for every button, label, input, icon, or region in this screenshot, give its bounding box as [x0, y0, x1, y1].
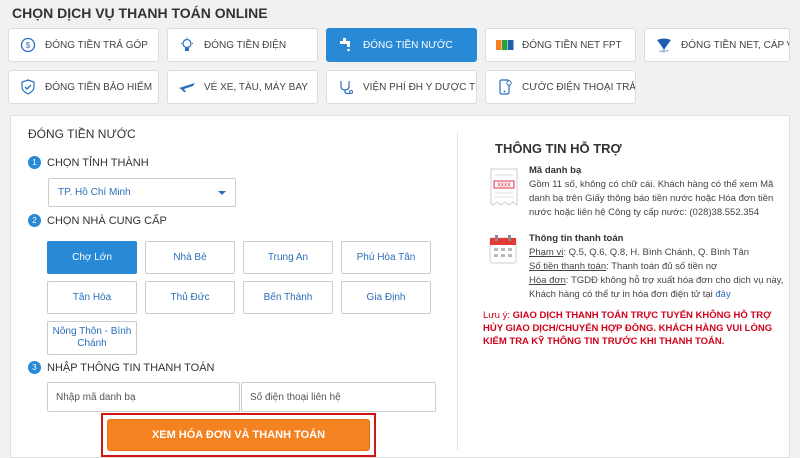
province-select[interactable]: TP. Hồ Chí Minh: [48, 178, 236, 207]
svg-text:$: $: [26, 41, 31, 50]
service-insurance[interactable]: ĐÓNG TIỀN BẢO HIỂM: [8, 70, 159, 104]
step-province: 1 CHỌN TỈNH THÀNH: [28, 156, 149, 169]
phone-icon: [496, 78, 514, 96]
step-provider: 2 CHỌN NHÀ CUNG CẤP: [28, 214, 167, 227]
provider-thu-duc[interactable]: Thủ Đức: [145, 281, 235, 314]
amount-line: Số tiền thanh toán: Thanh toán đủ số tiề…: [529, 260, 784, 274]
warning-note: Lưu ý: GIAO DỊCH THANH TOÁN TRỰC TUYẾN K…: [483, 309, 783, 348]
step-number: 2: [28, 214, 41, 227]
service-label: VÉ XE, TÀU, MÁY BAY: [204, 81, 308, 93]
divider: [457, 132, 458, 450]
step-payment-info: 3 NHẬP THÔNG TIN THANH TOÁN: [28, 361, 214, 374]
provider-gia-dinh[interactable]: Gia Định: [341, 281, 431, 314]
invoice-label: Hóa đơn: [529, 275, 566, 286]
service-net-fpt[interactable]: ĐÓNG TIỀN NET FPT: [485, 28, 636, 62]
provider-nong-thon-binh-chanh[interactable]: Nông Thôn - Bình Chánh: [47, 321, 137, 355]
payment-info: Thông tin thanh toán Phạm vi: Q.5, Q.6, …: [529, 232, 784, 302]
account-code-title: Mã danh bạ: [529, 165, 582, 176]
phone-input[interactable]: [241, 382, 436, 412]
invoice-link[interactable]: đây: [715, 289, 730, 300]
scope-text: : Q.5, Q.6, Q.8, H. Bình Chánh, Q. Bình …: [563, 247, 750, 258]
service-tickets[interactable]: VÉ XE, TÀU, MÁY BAY: [167, 70, 318, 104]
provider-trung-an[interactable]: Trung An: [243, 241, 333, 274]
service-hospital-fee[interactable]: VIỆN PHÍ ĐH Y DƯỢC TPHCM: [326, 70, 477, 104]
service-electricity[interactable]: ĐÓNG TIỀN ĐIỆN: [167, 28, 318, 62]
warning-label: Lưu ý:: [483, 310, 510, 321]
service-installment[interactable]: $ ĐÓNG TIỀN TRẢ GÓP: [8, 28, 159, 62]
provider-cho-lon[interactable]: Chợ Lớn: [47, 241, 137, 274]
bill-icon-text: XXXX: [497, 183, 511, 189]
lightbulb-icon: [178, 36, 196, 54]
step-number: 3: [28, 361, 41, 374]
step-label: CHỌN TỈNH THÀNH: [47, 156, 149, 169]
shield-check-icon: [19, 78, 37, 96]
provider-phu-hoa-tan[interactable]: Phú Hòa Tân: [341, 241, 431, 274]
service-label: ĐÓNG TIỀN ĐIỆN: [204, 39, 287, 51]
calendar-icon: [489, 234, 517, 269]
service-postpaid-phone[interactable]: CƯỚC ĐIỆN THOẠI TRẢ SAU: [485, 70, 636, 104]
service-label: VIỆN PHÍ ĐH Y DƯỢC TPHCM: [363, 81, 476, 93]
fpt-logo-icon: [496, 36, 514, 54]
service-label: ĐÓNG TIỀN TRẢ GÓP: [45, 39, 148, 51]
support-title: THÔNG TIN HỖ TRỢ: [495, 141, 622, 156]
step-label: CHỌN NHÀ CUNG CẤP: [47, 214, 167, 227]
coin-icon: $: [19, 36, 37, 54]
service-label: CƯỚC ĐIỆN THOẠI TRẢ SAU: [522, 81, 636, 93]
amount-text: : Thanh toán đủ số tiền nợ: [606, 261, 718, 272]
submit-highlight: XEM HÓA ĐƠN VÀ THANH TOÁN: [101, 413, 376, 457]
service-net-vnpt[interactable]: VNPT ĐÓNG TIỀN NET, CÁP VNPT: [644, 28, 790, 62]
view-invoice-pay-button[interactable]: XEM HÓA ĐƠN VÀ THANH TOÁN: [107, 419, 370, 451]
service-label: ĐÓNG TIỀN NET, CÁP VNPT: [681, 39, 789, 51]
account-code-info: Mã danh bạ Gồm 11 số, không có chữ cái. …: [529, 164, 784, 220]
amount-label: Số tiền thanh toán: [529, 261, 607, 272]
bill-icon: XXXX: [489, 168, 519, 211]
faucet-icon: [337, 36, 355, 54]
svg-text:VNPT: VNPT: [659, 50, 669, 54]
payment-panel: ĐÓNG TIỀN NƯỚC 1 CHỌN TỈNH THÀNH TP. Hồ …: [10, 115, 790, 458]
scope-line: Phạm vi: Q.5, Q.6, Q.8, H. Bình Chánh, Q…: [529, 246, 784, 260]
warning-text: GIAO DỊCH THANH TOÁN TRỰC TUYẾN KHÔNG HỖ…: [483, 310, 773, 347]
airplane-icon: [178, 78, 196, 96]
provider-nha-be[interactable]: Nhà Bè: [145, 241, 235, 274]
account-code-input[interactable]: [47, 382, 240, 412]
scope-label: Phạm vi: [529, 247, 564, 258]
invoice-text: : TGDĐ không hỗ trợ xuất hóa đơn cho dịc…: [529, 275, 784, 300]
provider-tan-hoa[interactable]: Tân Hòa: [47, 281, 137, 314]
step-number: 1: [28, 156, 41, 169]
service-label: ĐÓNG TIỀN NET FPT: [522, 39, 622, 51]
service-water[interactable]: ĐÓNG TIỀN NƯỚC: [326, 28, 477, 62]
service-label: ĐÓNG TIỀN NƯỚC: [363, 39, 453, 51]
invoice-line: Hóa đơn: TGDĐ không hỗ trợ xuất hóa đơn …: [529, 274, 784, 302]
stethoscope-icon: [337, 78, 355, 96]
step-label: NHẬP THÔNG TIN THANH TOÁN: [47, 361, 215, 374]
province-value: TP. Hồ Chí Minh: [58, 187, 131, 198]
account-code-text: Gồm 11 số, không có chữ cái. Khách hàng …: [529, 179, 774, 218]
vnpt-logo-icon: VNPT: [655, 36, 673, 54]
service-label: ĐÓNG TIỀN BẢO HIỂM: [45, 81, 153, 93]
form-heading: ĐÓNG TIỀN NƯỚC: [28, 127, 136, 141]
chevron-down-icon: [218, 190, 226, 195]
provider-ben-thanh[interactable]: Bến Thành: [243, 281, 333, 314]
page-title: CHỌN DỊCH VỤ THANH TOÁN ONLINE: [12, 5, 268, 21]
payment-info-title: Thông tin thanh toán: [529, 233, 624, 244]
